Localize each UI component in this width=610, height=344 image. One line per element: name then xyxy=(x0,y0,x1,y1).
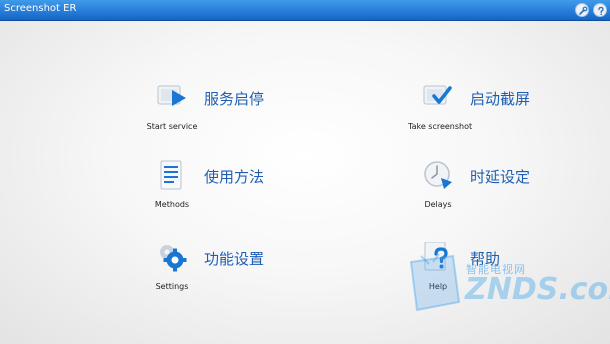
delays-label: 时延设定 xyxy=(470,168,531,186)
settings-caption: Settings xyxy=(155,282,189,291)
gear-icon xyxy=(160,245,187,272)
methods-label: 使用方法 xyxy=(204,168,265,186)
methods-caption: Methods xyxy=(154,200,190,209)
help-menu-caption: Help xyxy=(428,282,448,291)
delays-icon-wrap xyxy=(408,160,468,198)
play-icon xyxy=(157,85,186,106)
title-bar: Screenshot ER xyxy=(0,0,610,21)
start-service-button[interactable]: Start service 服务启停 xyxy=(142,82,265,142)
start-service-icon-wrap xyxy=(142,82,202,120)
app-title: Screenshot ER xyxy=(4,3,77,14)
delays-button[interactable]: Delays 时延设定 xyxy=(408,160,531,220)
help-menu-button[interactable]: Help 帮助 xyxy=(408,242,528,302)
methods-icon-wrap xyxy=(142,160,202,198)
delays-caption: Delays xyxy=(424,200,452,209)
settings-label: 功能设置 xyxy=(204,250,265,268)
settings-button[interactable]: Settings 功能设置 xyxy=(142,242,265,302)
help-document-icon xyxy=(424,242,448,271)
take-screenshot-label: 启动截屏 xyxy=(470,90,531,108)
methods-button[interactable]: Methods 使用方法 xyxy=(142,160,265,220)
tools-icon xyxy=(579,6,588,15)
take-screenshot-caption: Take screenshot xyxy=(408,122,473,131)
help-menu-icon-wrap xyxy=(408,242,468,280)
checkmark-icon xyxy=(423,85,452,105)
take-screenshot-icon-wrap xyxy=(408,82,468,120)
settings-icon-wrap xyxy=(142,242,202,280)
start-service-label: 服务启停 xyxy=(204,90,265,108)
help-menu-label: 帮助 xyxy=(470,250,501,268)
clock-icon xyxy=(424,161,452,189)
take-screenshot-button[interactable]: Take screenshot 启动截屏 xyxy=(408,82,531,142)
document-icon xyxy=(160,160,182,190)
help-icon xyxy=(598,6,604,16)
help-button[interactable] xyxy=(593,3,607,17)
tools-button[interactable] xyxy=(575,3,589,17)
start-service-caption: Start service xyxy=(146,122,198,131)
